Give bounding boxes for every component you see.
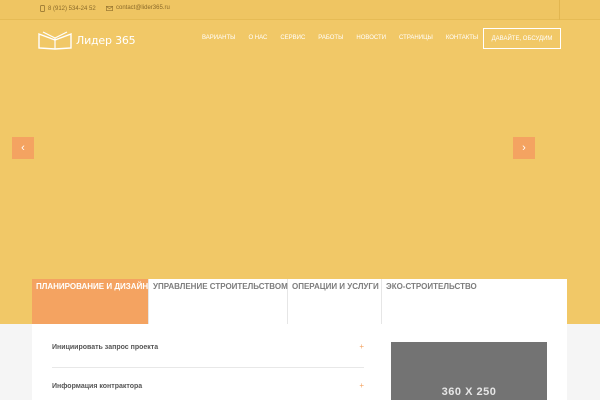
phone-icon [40, 5, 45, 12]
envelope-icon [106, 5, 113, 11]
chevron-right-icon: › [522, 142, 526, 154]
tab-planning-design[interactable]: Планирование и дизайн [32, 279, 149, 324]
slider-prev-button[interactable]: ‹ [12, 137, 34, 159]
email-contact[interactable]: contact@lider365.ru [106, 5, 170, 11]
nav-item-pages[interactable]: Страницы [399, 34, 433, 42]
brand-name: Лидер 365 [76, 33, 136, 47]
accordion-label: Инициировать запрос проекта [52, 344, 159, 351]
plus-icon[interactable]: + [359, 342, 364, 351]
top-bar: 8 (912) 534-24 52 contact@lider365.ru [0, 0, 600, 20]
nav-item-variants[interactable]: Варианты [202, 34, 235, 42]
nav-item-about[interactable]: О нас [248, 34, 267, 42]
slider-next-button[interactable]: › [513, 137, 535, 159]
tab-content: Инициировать запрос проекта + Информация… [32, 324, 567, 400]
accordion-item[interactable]: Информация контрактора + [52, 368, 364, 400]
chevron-left-icon: ‹ [21, 142, 25, 154]
tab-construction-management[interactable]: Управление строительством [149, 279, 288, 324]
phone-number[interactable]: 8 (912) 534-24 52 [48, 6, 96, 12]
book-logo-icon [38, 30, 72, 50]
site-logo[interactable]: Лидер 365 [38, 30, 136, 50]
topbar-divider [559, 0, 560, 20]
image-placeholder: 360 X 250 [391, 342, 547, 400]
services-tabs: Планирование и дизайн Управление строите… [32, 279, 567, 324]
plus-icon[interactable]: + [359, 381, 364, 390]
placeholder-size-label: 360 X 250 [441, 386, 497, 398]
nav-item-service[interactable]: Сервис [280, 34, 305, 42]
tab-eco-construction[interactable]: Эко-строительство [382, 279, 567, 324]
accordion-item[interactable]: Инициировать запрос проекта + [52, 324, 364, 368]
nav-item-contacts[interactable]: Контакты [446, 34, 478, 42]
discuss-button[interactable]: Давайте, обсудим [483, 28, 561, 49]
tab-operations-services[interactable]: Операции и услуги [288, 279, 382, 324]
nav-item-news[interactable]: Новости [356, 34, 386, 42]
phone-contact[interactable]: 8 (912) 534-24 52 [40, 5, 96, 12]
nav-item-works[interactable]: Работы [318, 34, 343, 42]
main-nav: Варианты О нас Сервис Работы Новости Стр… [202, 34, 491, 42]
email-address[interactable]: contact@lider365.ru [116, 5, 170, 11]
accordion-label: Информация контрактора [52, 383, 143, 390]
